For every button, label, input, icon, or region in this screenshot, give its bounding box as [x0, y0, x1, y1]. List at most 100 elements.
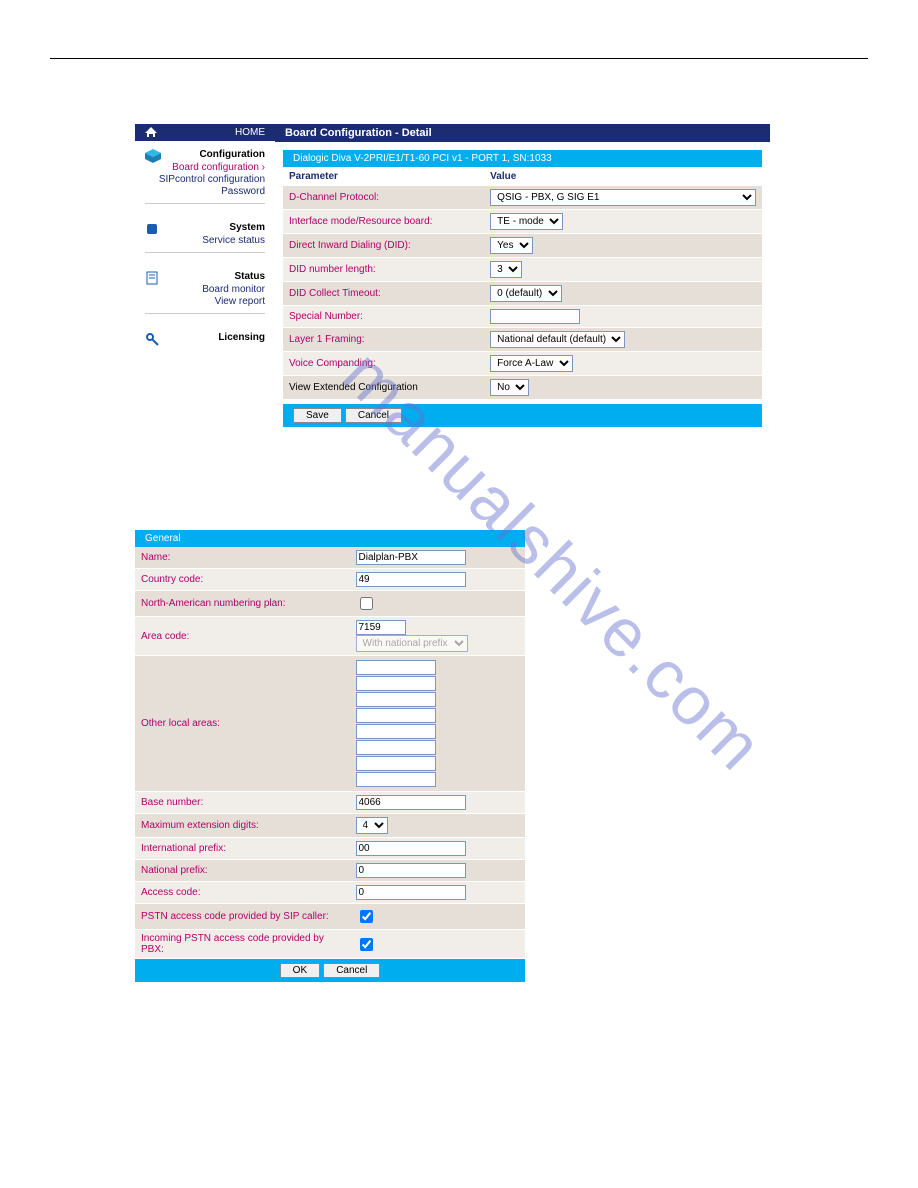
did-timeout-select[interactable]: 0 (default) [490, 285, 562, 302]
intl-prefix-input[interactable] [356, 841, 466, 856]
table-row: DID Collect Timeout: 0 (default) [283, 282, 762, 306]
param-label: National prefix: [135, 860, 350, 882]
cancel-button[interactable]: Cancel [345, 408, 402, 423]
other-area-input[interactable] [356, 692, 436, 707]
table-row: Access code: [135, 882, 525, 904]
sidebar-link-sipcontrol[interactable]: SIPcontrol configuration [145, 174, 265, 185]
other-area-input[interactable] [356, 708, 436, 723]
sidebar-link-service-status[interactable]: Service status [145, 235, 265, 246]
param-label: View Extended Configuration [283, 376, 484, 400]
table-row: DID number length: 3 [283, 258, 762, 282]
other-area-input[interactable] [356, 676, 436, 691]
sidebar-head-system: System [145, 222, 265, 233]
param-label: Base number: [135, 792, 350, 814]
title-bar: Board Configuration - Detail [275, 124, 770, 142]
param-label: DID Collect Timeout: [283, 282, 484, 306]
access-code-input[interactable] [356, 885, 466, 900]
config-table: Parameter Value D-Channel Protocol: QSIG … [283, 167, 762, 400]
param-label: Maximum extension digits: [135, 814, 350, 838]
board-config-screenshot: HOME Configuration Board configuration ›… [135, 124, 770, 435]
general-header: General [135, 530, 525, 547]
table-row: Base number: [135, 792, 525, 814]
table-row: International prefix: [135, 838, 525, 860]
sidebar-link-password[interactable]: Password [145, 186, 265, 197]
table-row: Layer 1 Framing:National default (defaul… [283, 328, 762, 352]
param-label: PSTN access code provided by SIP caller: [135, 904, 350, 930]
table-row: Maximum extension digits: 4 [135, 814, 525, 838]
main-panel: Board Configuration - Detail Dialogic Di… [275, 124, 770, 435]
special-number-input[interactable] [490, 309, 580, 324]
table-row: Country code: [135, 569, 525, 591]
area-code-input[interactable] [356, 620, 406, 635]
sidebar-head-status: Status [145, 271, 265, 282]
sidebar-head-configuration: Configuration [145, 149, 265, 160]
table-row: Incoming PSTN access code provided by PB… [135, 930, 525, 959]
interface-mode-select[interactable]: TE - mode [490, 213, 563, 230]
base-number-input[interactable] [356, 795, 466, 810]
dchannel-select[interactable]: QSIG - PBX, G SIG E1 [490, 189, 756, 206]
other-area-input[interactable] [356, 756, 436, 771]
header-rule [50, 58, 868, 59]
param-label: DID number length: [283, 258, 484, 282]
param-label: Name: [135, 547, 350, 569]
max-ext-digits-select[interactable]: 4 [356, 817, 388, 834]
layer1-framing-select[interactable]: National default (default) [490, 331, 625, 348]
box-icon [145, 222, 159, 239]
param-label: Special Number: [283, 306, 484, 328]
table-row: National prefix: [135, 860, 525, 882]
other-area-input[interactable] [356, 660, 436, 675]
area-code-prefix-select: With national prefix [356, 635, 468, 652]
home-bar[interactable]: HOME [135, 124, 275, 141]
col-value: Value [484, 167, 762, 186]
key-icon [145, 332, 159, 349]
table-row: Voice Companding: Force A-Law [283, 352, 762, 376]
table-row: Special Number: [283, 306, 762, 328]
country-code-input[interactable] [356, 572, 466, 587]
param-label: Direct Inward Dialing (DID): [283, 234, 484, 258]
sidebar: HOME Configuration Board configuration ›… [135, 124, 275, 435]
param-label: Incoming PSTN access code provided by PB… [135, 930, 350, 959]
table-row: Area code: With national prefix [135, 617, 525, 656]
sidebar-link-board-monitor[interactable]: Board monitor [145, 284, 265, 295]
sidebar-link-board-config[interactable]: Board configuration › [145, 162, 265, 173]
natl-prefix-input[interactable] [356, 863, 466, 878]
voice-companding-select[interactable]: Force A-Law [490, 355, 573, 372]
cancel-button-2[interactable]: Cancel [323, 963, 380, 978]
param-label: Other local areas: [135, 656, 350, 792]
other-area-input[interactable] [356, 724, 436, 739]
home-label: HOME [235, 127, 265, 138]
col-parameter: Parameter [283, 167, 484, 186]
other-area-input[interactable] [356, 772, 436, 787]
did-select[interactable]: Yes [490, 237, 533, 254]
param-label: Voice Companding: [283, 352, 484, 376]
doc-icon [145, 271, 159, 288]
pstn-sip-checkbox[interactable] [360, 910, 373, 923]
cube-icon [145, 149, 161, 166]
table-row: D-Channel Protocol: QSIG - PBX, G SIG E1 [283, 186, 762, 210]
did-length-select[interactable]: 3 [490, 261, 522, 278]
ok-button[interactable]: OK [280, 963, 320, 978]
view-extended-select[interactable]: No [490, 379, 529, 396]
table-row: View Extended Configuration No [283, 376, 762, 400]
table-row: Other local areas: [135, 656, 525, 792]
param-label: D-Channel Protocol: [283, 186, 484, 210]
general-table: Name: Country code: North-American numbe… [135, 547, 525, 959]
table-row: Direct Inward Dialing (DID): Yes [283, 234, 762, 258]
button-row-general: OK Cancel [135, 959, 525, 982]
sidebar-link-view-report[interactable]: View report [145, 296, 265, 307]
button-row: Save Cancel [283, 404, 762, 427]
other-area-input[interactable] [356, 740, 436, 755]
general-dialplan-screenshot: General Name: Country code: North-Americ… [135, 530, 525, 982]
other-areas-stack [356, 660, 520, 787]
param-label: Access code: [135, 882, 350, 904]
nanp-checkbox[interactable] [360, 597, 373, 610]
table-row: PSTN access code provided by SIP caller: [135, 904, 525, 930]
param-label: International prefix: [135, 838, 350, 860]
table-row: Interface mode/Resource board:TE - mode [283, 210, 762, 234]
table-row: Name: [135, 547, 525, 569]
table-row: North-American numbering plan: [135, 591, 525, 617]
param-label: North-American numbering plan: [135, 591, 350, 617]
name-input[interactable] [356, 550, 466, 565]
save-button[interactable]: Save [293, 408, 342, 423]
pstn-pbx-checkbox[interactable] [360, 938, 373, 951]
